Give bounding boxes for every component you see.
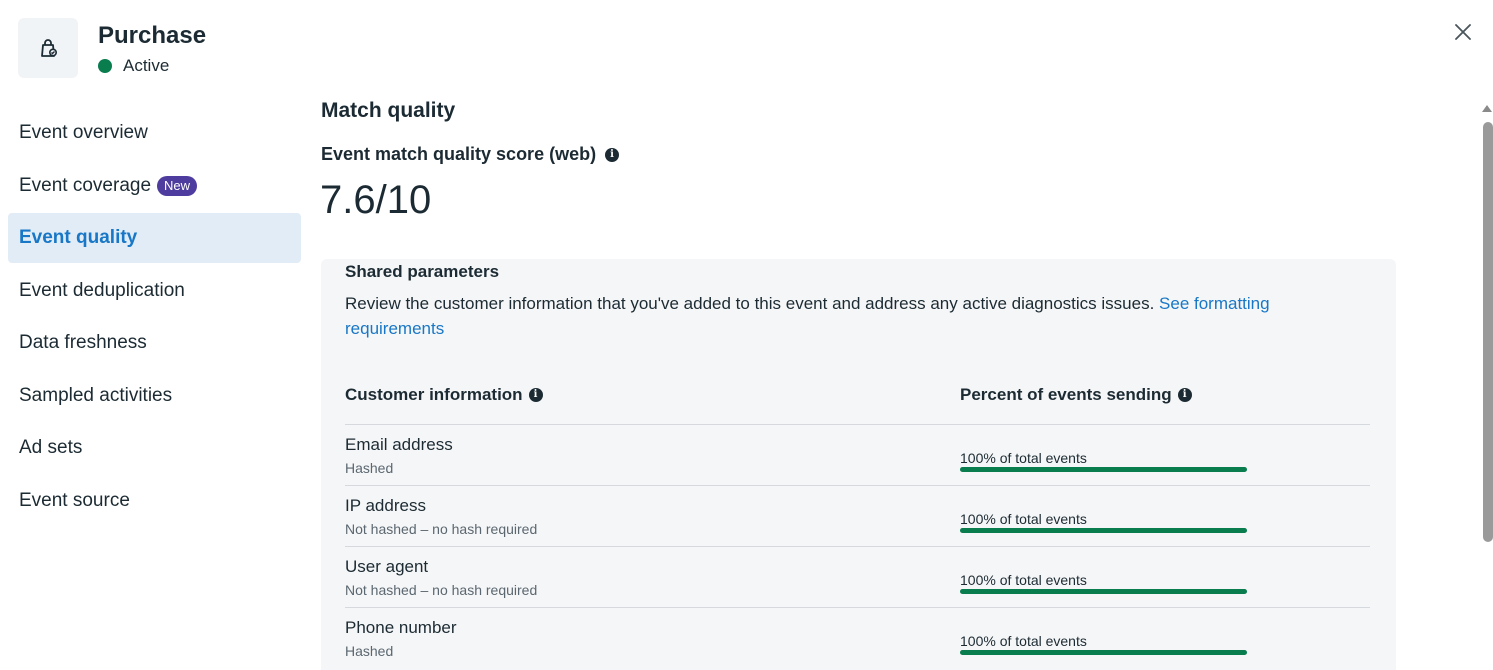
info-icon[interactable]: i xyxy=(528,388,543,402)
parameter-name: IP address xyxy=(345,496,426,515)
column-header-label: Percent of events sending xyxy=(960,385,1172,404)
percent-text: 100% of total events xyxy=(960,572,1087,588)
column-header-percent-of-events: Percent of events sending i xyxy=(960,385,1192,405)
shared-parameters-card: Shared parameters Review the customer in… xyxy=(321,259,1396,670)
progress-bar xyxy=(960,467,1247,472)
sidebar-item-label: Event deduplication xyxy=(19,279,185,301)
sidebar-item-label: Event coverage xyxy=(19,174,152,196)
sidebar-item-label: Event overview xyxy=(19,122,148,143)
new-badge: New xyxy=(157,175,198,196)
shopping-bag-icon xyxy=(18,18,78,78)
table-row: Email address Hashed 100% of total event… xyxy=(345,424,1370,485)
info-icon[interactable]: i xyxy=(1177,388,1192,402)
score-label-text: Event match quality score (web) xyxy=(321,144,597,164)
sidebar-item-event-coverage[interactable]: Event coverage New xyxy=(8,161,301,211)
section-title: Match quality xyxy=(321,99,456,122)
progress-bar-fill xyxy=(960,589,1247,594)
table-row: User agent Not hashed – no hash required… xyxy=(345,546,1370,607)
status-label: Active xyxy=(123,56,170,75)
status-dot-icon xyxy=(98,59,112,73)
scrollbar-thumb[interactable] xyxy=(1483,122,1493,542)
sidebar-item-ad-sets[interactable]: Ad sets xyxy=(8,423,301,473)
close-icon xyxy=(1455,24,1471,40)
progress-bar xyxy=(960,589,1247,594)
parameter-hash-status: Hashed xyxy=(345,643,394,659)
card-description-text: Review the customer information that you… xyxy=(345,294,1160,313)
percent-text: 100% of total events xyxy=(960,450,1087,466)
event-details-panel: Purchase Active Event overview Event cov… xyxy=(0,0,1493,670)
sidebar-item-event-deduplication[interactable]: Event deduplication xyxy=(8,266,301,316)
sidebar-nav: Event overview Event coverage New Event … xyxy=(8,108,301,528)
parameter-name: Email address xyxy=(345,435,453,454)
sidebar-item-data-freshness[interactable]: Data freshness xyxy=(8,318,301,368)
table-row: IP address Not hashed – no hash required… xyxy=(345,485,1370,546)
parameter-hash-status: Not hashed – no hash required xyxy=(345,582,538,598)
table-row: Phone number Hashed 100% of total events xyxy=(345,607,1370,668)
progress-bar-fill xyxy=(960,467,1247,472)
progress-bar-fill xyxy=(960,528,1247,533)
progress-bar xyxy=(960,650,1247,655)
card-title: Shared parameters xyxy=(345,262,500,281)
score-value: 7.6/10 xyxy=(320,178,432,222)
sidebar-item-label: Sampled activities xyxy=(19,384,173,406)
sidebar-item-sampled-activities[interactable]: Sampled activities xyxy=(8,371,301,421)
parameter-hash-status: Hashed xyxy=(345,460,394,476)
sidebar-item-label: Ad sets xyxy=(19,437,83,458)
scroll-up-arrow-icon[interactable] xyxy=(1481,102,1493,114)
card-description: Review the customer information that you… xyxy=(345,291,1335,341)
sidebar-item-label: Event source xyxy=(19,489,130,511)
column-header-customer-information: Customer information i xyxy=(345,385,543,405)
close-button[interactable] xyxy=(1450,19,1476,45)
sidebar-item-label: Data freshness xyxy=(19,332,147,353)
column-header-label: Customer information xyxy=(345,385,523,404)
parameter-name: User agent xyxy=(345,557,429,576)
sidebar-item-event-quality[interactable]: Event quality xyxy=(8,213,301,263)
info-icon[interactable]: i xyxy=(605,147,620,162)
percent-text: 100% of total events xyxy=(960,633,1087,649)
sidebar-item-event-overview[interactable]: Event overview xyxy=(8,108,301,158)
score-label: Event match quality score (web) i xyxy=(321,144,620,165)
parameter-hash-status: Not hashed – no hash required xyxy=(345,521,538,537)
progress-bar xyxy=(960,528,1247,533)
page-title: Purchase xyxy=(98,22,207,49)
status-badge: Active xyxy=(98,56,169,76)
sidebar-item-label: Event quality xyxy=(19,227,138,248)
parameter-name: Phone number xyxy=(345,618,457,637)
customer-information-table: Email address Hashed 100% of total event… xyxy=(345,424,1370,668)
progress-bar-fill xyxy=(960,650,1247,655)
sidebar-item-event-source[interactable]: Event source xyxy=(8,476,301,526)
percent-text: 100% of total events xyxy=(960,511,1087,527)
